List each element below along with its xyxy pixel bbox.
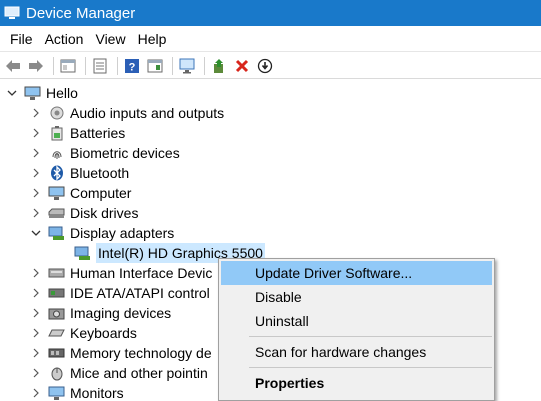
tree-item-monitors[interactable]: Monitors [30, 383, 124, 401]
tree-item-imaging[interactable]: Imaging devices [30, 303, 171, 323]
uninstall-x-icon[interactable] [232, 56, 252, 76]
context-menu-properties[interactable]: Properties [221, 371, 492, 395]
tree-item-ide[interactable]: IDE ATA/ATAPI control [30, 283, 210, 303]
show-action-pane-icon[interactable] [145, 56, 165, 76]
tree-item-label: Display adapters [70, 225, 175, 241]
update-driver-icon[interactable] [209, 56, 229, 76]
expand-chevron-icon[interactable] [30, 163, 42, 183]
computer-icon [24, 85, 41, 101]
expand-chevron-icon[interactable] [30, 263, 42, 283]
context-menu-scan-hardware[interactable]: Scan for hardware changes [221, 340, 492, 364]
context-menu-separator [249, 367, 492, 368]
back-arrow-icon[interactable] [3, 56, 23, 76]
context-menu-separator [249, 336, 492, 337]
memory-icon [48, 345, 65, 361]
scan-hardware-icon[interactable] [177, 56, 197, 76]
tree-item-label: Monitors [70, 385, 124, 401]
tree-item-mice[interactable]: Mice and other pointin [30, 363, 208, 383]
toolbar-separator [53, 56, 54, 75]
monitor-icon [48, 385, 65, 401]
speaker-icon [48, 105, 65, 121]
ide-controller-icon [48, 285, 65, 301]
disable-device-icon[interactable] [255, 56, 275, 76]
tree-root-label: Hello [46, 85, 78, 101]
fingerprint-icon [48, 145, 65, 161]
context-menu: Update Driver Software... Disable Uninst… [218, 258, 495, 401]
bluetooth-icon [48, 165, 65, 181]
tree-item-label: Audio inputs and outputs [70, 105, 225, 121]
device-manager-icon [4, 6, 20, 19]
properties-icon[interactable] [90, 56, 110, 76]
tree-item-hid[interactable]: Human Interface Devic [30, 263, 212, 283]
expand-chevron-icon[interactable] [30, 143, 42, 163]
menu-help[interactable]: Help [132, 26, 173, 52]
expand-chevron-icon[interactable] [30, 203, 42, 223]
forward-arrow-icon[interactable] [26, 56, 46, 76]
tree-item-label: Mice and other pointin [70, 365, 208, 381]
tree-item-label: Imaging devices [70, 305, 172, 321]
context-menu-uninstall[interactable]: Uninstall [221, 309, 492, 333]
menu-file[interactable]: File [4, 26, 39, 52]
battery-icon [48, 125, 65, 141]
expand-chevron-icon[interactable] [30, 123, 42, 143]
display-adapter-icon [74, 245, 91, 261]
tree-item-bluetooth[interactable]: Bluetooth [30, 163, 129, 183]
tree-item-computer[interactable]: Computer [30, 183, 131, 203]
expand-chevron-icon[interactable] [30, 363, 42, 383]
menu-action[interactable]: Action [39, 26, 90, 52]
tree-item-batteries[interactable]: Batteries [30, 123, 125, 143]
toolbar: ? [0, 53, 541, 79]
expand-chevron-icon[interactable] [30, 103, 42, 123]
menu-bar: File Action View Help [0, 26, 541, 52]
tree-item-disk-drives[interactable]: Disk drives [30, 203, 138, 223]
tree-item-audio[interactable]: Audio inputs and outputs [30, 103, 224, 123]
expand-chevron-icon[interactable] [30, 383, 42, 401]
tree-item-label: IDE ATA/ATAPI control [70, 285, 210, 301]
expand-chevron-icon[interactable] [30, 303, 42, 323]
tree-item-label: Disk drives [70, 205, 139, 221]
display-adapter-icon [48, 225, 65, 241]
menu-view[interactable]: View [89, 26, 131, 52]
expand-chevron-icon[interactable] [30, 323, 42, 343]
expand-chevron-icon[interactable] [30, 183, 42, 203]
tree-item-memory[interactable]: Memory technology de [30, 343, 212, 363]
camera-icon [48, 305, 65, 321]
window-title: Device Manager [26, 4, 136, 22]
svg-text:?: ? [129, 61, 136, 73]
title-bar: Device Manager [0, 0, 541, 26]
tree-item-keyboards[interactable]: Keyboards [30, 323, 137, 343]
tree-item-label: Batteries [70, 125, 126, 141]
computer-icon [48, 185, 65, 201]
toolbar-separator [172, 56, 173, 75]
tree-item-label: Memory technology de [70, 345, 212, 361]
tree-item-display-adapters[interactable]: Display adapters [30, 223, 174, 243]
expand-chevron-icon[interactable] [30, 343, 42, 363]
keyboard-icon [48, 325, 65, 341]
tree-item-label: Keyboards [70, 325, 137, 341]
expand-chevron-icon[interactable] [30, 283, 42, 303]
mouse-icon [48, 365, 65, 381]
tree-item-label: Computer [70, 185, 132, 201]
tree-root[interactable]: Hello [6, 83, 78, 103]
context-menu-update-driver[interactable]: Update Driver Software... [221, 261, 492, 285]
tree-item-label: Human Interface Devic [70, 265, 213, 281]
tree-item-label: Bluetooth [70, 165, 130, 181]
hid-icon [48, 265, 65, 281]
toolbar-separator [117, 56, 118, 75]
help-icon[interactable]: ? [122, 56, 142, 76]
toolbar-separator [204, 56, 205, 75]
toolbar-separator [85, 56, 86, 75]
tree-item-biometric[interactable]: Biometric devices [30, 143, 180, 163]
collapse-chevron-icon[interactable] [6, 83, 18, 103]
collapse-chevron-icon[interactable] [30, 223, 42, 243]
show-hide-console-tree-icon[interactable] [58, 56, 78, 76]
tree-item-label: Biometric devices [70, 145, 180, 161]
context-menu-disable[interactable]: Disable [221, 285, 492, 309]
disk-drive-icon [48, 205, 65, 221]
